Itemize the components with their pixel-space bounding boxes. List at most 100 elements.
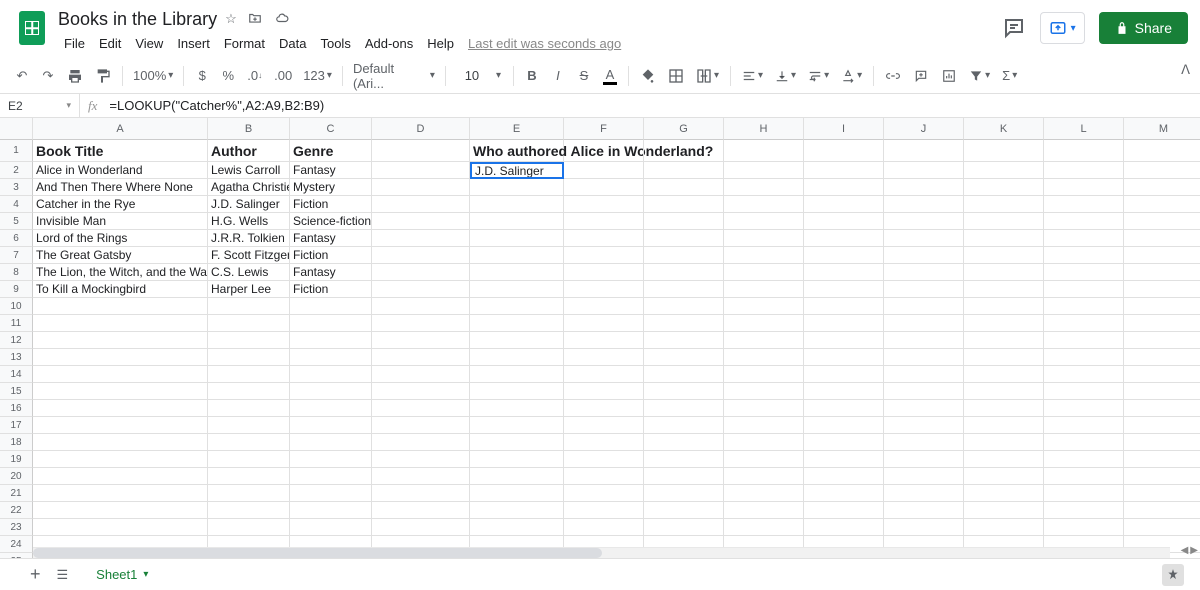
cell[interactable]: [804, 451, 884, 468]
cell[interactable]: [804, 468, 884, 485]
cell[interactable]: [644, 349, 724, 366]
cell[interactable]: Mystery: [290, 179, 372, 196]
cell[interactable]: Lewis Carroll: [208, 162, 290, 179]
cell[interactable]: [884, 383, 964, 400]
cell[interactable]: [644, 140, 724, 162]
cell[interactable]: [564, 281, 644, 298]
cell[interactable]: [644, 281, 724, 298]
column-header[interactable]: K: [964, 118, 1044, 140]
cell[interactable]: [804, 315, 884, 332]
cell[interactable]: [964, 502, 1044, 519]
cell[interactable]: [1124, 332, 1200, 349]
increase-decimal-icon[interactable]: .00: [269, 63, 297, 89]
cell[interactable]: [724, 485, 804, 502]
text-rotation-icon[interactable]: ▾: [836, 63, 867, 89]
cell[interactable]: [1044, 349, 1124, 366]
cell[interactable]: [564, 298, 644, 315]
cell[interactable]: [884, 230, 964, 247]
row-header[interactable]: 8: [0, 264, 33, 281]
cell[interactable]: [372, 468, 470, 485]
cell[interactable]: [1124, 366, 1200, 383]
cell[interactable]: [1124, 264, 1200, 281]
all-sheets-icon[interactable]: ☰: [57, 567, 69, 583]
cell[interactable]: [724, 400, 804, 417]
menu-file[interactable]: File: [58, 34, 91, 53]
row-header[interactable]: 14: [0, 366, 33, 383]
cell[interactable]: [33, 502, 208, 519]
menu-help[interactable]: Help: [421, 34, 460, 53]
cell[interactable]: [290, 417, 372, 434]
last-edit-link[interactable]: Last edit was seconds ago: [462, 34, 627, 53]
cell[interactable]: [33, 519, 208, 536]
row-header[interactable]: 13: [0, 349, 33, 366]
cell[interactable]: [884, 417, 964, 434]
share-button[interactable]: Share: [1099, 12, 1188, 44]
cell[interactable]: [964, 162, 1044, 179]
cell[interactable]: [724, 230, 804, 247]
cell[interactable]: [33, 332, 208, 349]
cell[interactable]: [724, 349, 804, 366]
cell[interactable]: [964, 230, 1044, 247]
cell[interactable]: [1044, 196, 1124, 213]
cell[interactable]: [644, 434, 724, 451]
cell[interactable]: [1124, 451, 1200, 468]
cell[interactable]: [372, 332, 470, 349]
cell[interactable]: F. Scott Fitzgera: [208, 247, 290, 264]
cell[interactable]: [884, 162, 964, 179]
vertical-align-icon[interactable]: ▾: [770, 63, 801, 89]
cell[interactable]: [804, 281, 884, 298]
cell[interactable]: [884, 247, 964, 264]
cell[interactable]: [804, 213, 884, 230]
cell[interactable]: [1044, 247, 1124, 264]
row-header[interactable]: 16: [0, 400, 33, 417]
cell[interactable]: H.G. Wells: [208, 213, 290, 230]
cell[interactable]: The Lion, the Witch, and the Wardr: [33, 264, 208, 281]
cell[interactable]: [804, 247, 884, 264]
row-header[interactable]: 23: [0, 519, 33, 536]
cell[interactable]: [1124, 247, 1200, 264]
cell[interactable]: [33, 349, 208, 366]
undo-icon[interactable]: ↶: [10, 63, 34, 89]
print-icon[interactable]: [62, 63, 88, 89]
cell[interactable]: [564, 434, 644, 451]
cell[interactable]: [644, 332, 724, 349]
cell[interactable]: Invisible Man: [33, 213, 208, 230]
cell[interactable]: [208, 468, 290, 485]
cell[interactable]: [290, 315, 372, 332]
cell[interactable]: [884, 264, 964, 281]
cell[interactable]: [724, 179, 804, 196]
cell[interactable]: Fantasy: [290, 264, 372, 281]
cell[interactable]: [964, 213, 1044, 230]
cell[interactable]: [208, 502, 290, 519]
column-header[interactable]: H: [724, 118, 804, 140]
cell[interactable]: [372, 417, 470, 434]
row-header[interactable]: 12: [0, 332, 33, 349]
cell[interactable]: [372, 366, 470, 383]
cell[interactable]: [208, 451, 290, 468]
cell[interactable]: Lord of the Rings: [33, 230, 208, 247]
cell[interactable]: [208, 366, 290, 383]
cell[interactable]: [1124, 400, 1200, 417]
cell[interactable]: [208, 485, 290, 502]
text-color-icon[interactable]: A: [598, 63, 622, 89]
row-header[interactable]: 10: [0, 298, 33, 315]
cell[interactable]: [564, 315, 644, 332]
cell[interactable]: [33, 400, 208, 417]
cell[interactable]: [33, 468, 208, 485]
menu-edit[interactable]: Edit: [93, 34, 127, 53]
cell[interactable]: [372, 196, 470, 213]
comments-icon[interactable]: [1002, 16, 1026, 40]
cell[interactable]: [290, 349, 372, 366]
cell[interactable]: [372, 162, 470, 179]
row-header[interactable]: 11: [0, 315, 33, 332]
cell[interactable]: [724, 196, 804, 213]
cell[interactable]: [804, 502, 884, 519]
cell[interactable]: Fiction: [290, 247, 372, 264]
cell[interactable]: [644, 247, 724, 264]
cell[interactable]: [644, 400, 724, 417]
format-currency-icon[interactable]: $: [190, 63, 214, 89]
cell[interactable]: [964, 315, 1044, 332]
font-selector[interactable]: Default (Ari...▾: [349, 63, 439, 89]
cell[interactable]: [644, 179, 724, 196]
cell[interactable]: [884, 451, 964, 468]
